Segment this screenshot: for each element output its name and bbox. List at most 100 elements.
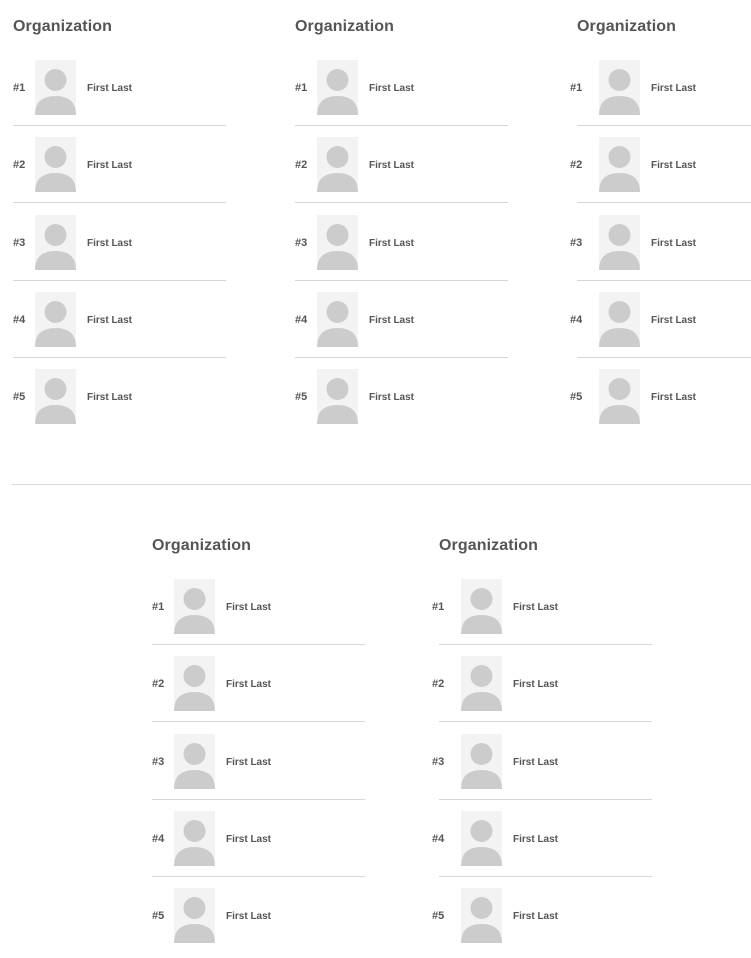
- member-row[interactable]: #2 First Last: [152, 656, 365, 733]
- rank-number: #5: [570, 391, 583, 403]
- member-list: #1 First Last #2 First Last #3 First Las…: [432, 579, 652, 958]
- row-divider: [577, 279, 751, 281]
- member-name[interactable]: First Last: [87, 83, 132, 94]
- member-row[interactable]: #2 First Last: [13, 137, 226, 214]
- member-name[interactable]: First Last: [513, 602, 558, 613]
- member-name[interactable]: First Last: [513, 911, 558, 922]
- rank-number: #4: [570, 313, 583, 326]
- member-name[interactable]: First Last: [513, 834, 558, 845]
- member-name[interactable]: First Last: [651, 160, 696, 171]
- rank-number: #3: [432, 755, 445, 768]
- avatar-placeholder-icon: [174, 733, 215, 789]
- member-name[interactable]: First Last: [226, 911, 271, 922]
- member-name[interactable]: First Last: [87, 315, 132, 326]
- row-divider: [13, 125, 226, 126]
- avatar-placeholder-icon: [599, 369, 640, 424]
- rank-number: #5: [295, 391, 308, 403]
- avatar-placeholder-icon: [174, 656, 215, 712]
- member-row[interactable]: #2 First Last: [295, 137, 508, 214]
- member-name[interactable]: First Last: [226, 679, 271, 690]
- rank-number: #5: [152, 910, 165, 922]
- organization-title: Organization: [13, 18, 112, 35]
- member-name[interactable]: First Last: [369, 238, 414, 249]
- member-row[interactable]: #4 First Last: [570, 291, 751, 369]
- member-row[interactable]: #1 First Last: [152, 579, 365, 656]
- avatar-placeholder-icon: [174, 888, 215, 943]
- member-name[interactable]: First Last: [87, 238, 132, 249]
- rank-number: #2: [432, 678, 445, 691]
- row-divider: [577, 125, 751, 126]
- member-name[interactable]: First Last: [651, 315, 696, 326]
- member-name[interactable]: First Last: [651, 83, 696, 94]
- member-name[interactable]: First Last: [369, 160, 414, 171]
- member-name[interactable]: First Last: [369, 315, 414, 326]
- avatar-placeholder-icon: [599, 60, 640, 115]
- member-row[interactable]: #4 First Last: [432, 810, 652, 888]
- member-list: #1 First Last #2 First Last #3 First Las…: [295, 60, 508, 446]
- member-row[interactable]: #5 First Last: [570, 369, 751, 446]
- rank-number: #3: [295, 236, 308, 249]
- avatar-placeholder-icon: [174, 810, 215, 866]
- row-divider: [439, 644, 652, 645]
- row-divider: [439, 798, 652, 800]
- member-row[interactable]: #3 First Last: [152, 733, 365, 811]
- member-name[interactable]: First Last: [226, 757, 271, 768]
- avatar-placeholder-icon: [461, 656, 502, 712]
- row-divider: [152, 644, 365, 645]
- row-divider: [439, 721, 652, 723]
- member-row[interactable]: #3 First Last: [432, 733, 652, 811]
- member-name[interactable]: First Last: [226, 834, 271, 845]
- row-divider: [152, 798, 365, 800]
- row-divider: [13, 202, 226, 204]
- member-row[interactable]: #4 First Last: [13, 291, 226, 369]
- member-row[interactable]: #2 First Last: [432, 656, 652, 733]
- member-row[interactable]: #3 First Last: [570, 214, 751, 292]
- row-divider: [577, 202, 751, 204]
- rank-number: #3: [152, 755, 165, 768]
- organization-title: Organization: [152, 537, 251, 554]
- member-row[interactable]: #5 First Last: [13, 369, 226, 446]
- member-row[interactable]: #5 First Last: [152, 888, 365, 958]
- rank-number: #5: [13, 391, 26, 403]
- avatar-placeholder-icon: [461, 810, 502, 866]
- member-name[interactable]: First Last: [87, 160, 132, 171]
- rank-number: #4: [295, 313, 308, 326]
- member-row[interactable]: #1 First Last: [432, 579, 652, 656]
- row-divider: [13, 356, 226, 358]
- member-name[interactable]: First Last: [87, 392, 132, 403]
- member-name[interactable]: First Last: [651, 238, 696, 249]
- member-name[interactable]: First Last: [369, 392, 414, 403]
- member-row[interactable]: #4 First Last: [295, 291, 508, 369]
- avatar-placeholder-icon: [599, 291, 640, 347]
- row-divider: [577, 356, 751, 358]
- avatar-placeholder-icon: [35, 291, 76, 347]
- avatar-placeholder-icon: [461, 888, 502, 943]
- avatar-placeholder-icon: [317, 291, 358, 347]
- member-row[interactable]: #2 First Last: [570, 137, 751, 214]
- member-row[interactable]: #1 First Last: [295, 60, 508, 137]
- member-name[interactable]: First Last: [226, 602, 271, 613]
- member-name[interactable]: First Last: [513, 679, 558, 690]
- avatar-placeholder-icon: [461, 579, 502, 634]
- member-name[interactable]: First Last: [651, 392, 696, 403]
- member-list: #1 First Last #2 First Last #3 First Las…: [13, 60, 226, 446]
- member-list: #1 First Last #2 First Last #3 First Las…: [570, 60, 751, 446]
- member-row[interactable]: #3 First Last: [295, 214, 508, 292]
- member-row[interactable]: #1 First Last: [570, 60, 751, 137]
- member-row[interactable]: #4 First Last: [152, 810, 365, 888]
- rank-number: #4: [13, 313, 26, 326]
- member-name[interactable]: First Last: [513, 757, 558, 768]
- rank-number: #2: [152, 678, 165, 691]
- member-row[interactable]: #1 First Last: [13, 60, 226, 137]
- member-name[interactable]: First Last: [369, 83, 414, 94]
- row-divider: [439, 875, 652, 877]
- row-divider: [13, 279, 226, 281]
- organization-title: Organization: [295, 18, 394, 35]
- avatar-placeholder-icon: [317, 369, 358, 424]
- rank-number: #1: [432, 601, 445, 613]
- member-row[interactable]: #5 First Last: [432, 888, 652, 958]
- row-divider: [295, 279, 508, 281]
- member-row[interactable]: #3 First Last: [13, 214, 226, 292]
- avatar-placeholder-icon: [317, 137, 358, 193]
- member-row[interactable]: #5 First Last: [295, 369, 508, 446]
